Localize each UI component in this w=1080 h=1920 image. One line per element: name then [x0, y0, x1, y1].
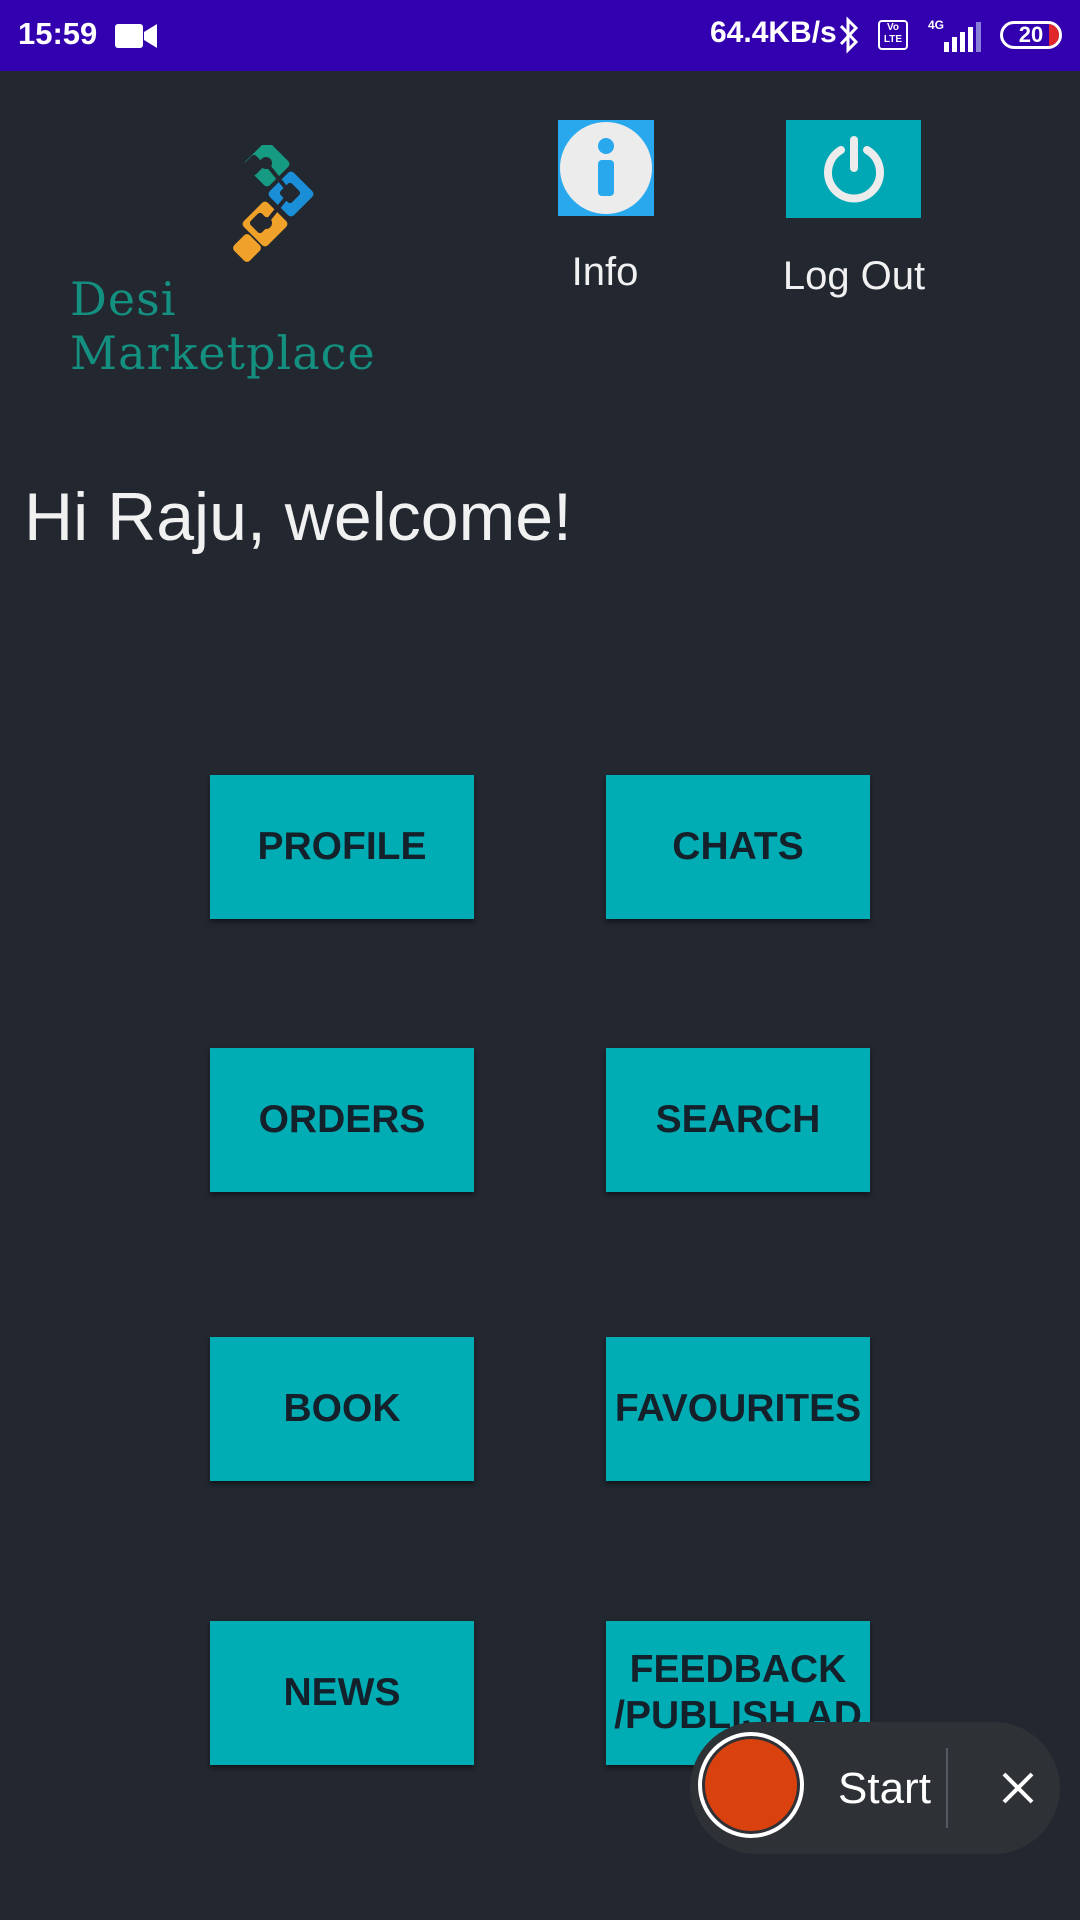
video-camera-icon: [115, 24, 157, 48]
network-speed: 64.4KB/s: [710, 16, 837, 49]
signal-icon: [944, 22, 981, 52]
info-icon: [560, 122, 652, 214]
network-type: 4G: [928, 18, 945, 32]
news-button[interactable]: NEWS: [210, 1621, 474, 1765]
power-icon: [823, 136, 884, 203]
battery-level: 20: [1018, 22, 1044, 47]
close-icon: [1002, 1772, 1034, 1804]
logout-label[interactable]: Log Out: [760, 254, 948, 299]
screen-recorder-widget: Start: [690, 1722, 1060, 1854]
info-label[interactable]: Info: [540, 250, 670, 295]
status-bar: 15:59 64.4KB/s Vo LTE 4G 20: [0, 0, 1080, 71]
recorder-close-button[interactable]: [978, 1748, 1058, 1828]
record-start-label[interactable]: Start: [838, 1764, 931, 1814]
recorder-divider: [946, 1748, 948, 1828]
bluetooth-icon: [839, 16, 859, 54]
volte-icon: Vo LTE: [878, 20, 908, 50]
logo-text: Desi Marketplace: [70, 272, 376, 380]
search-button[interactable]: SEARCH: [606, 1048, 870, 1192]
info-button[interactable]: [558, 120, 654, 216]
favourites-button[interactable]: FAVOURITES: [606, 1337, 870, 1481]
status-time: 15:59: [18, 16, 98, 51]
profile-button[interactable]: PROFILE: [210, 775, 474, 919]
logout-button[interactable]: [786, 120, 921, 218]
record-button[interactable]: [698, 1732, 804, 1838]
welcome-message: Hi Raju, welcome!: [24, 479, 572, 555]
book-button[interactable]: BOOK: [210, 1337, 474, 1481]
orders-button[interactable]: ORDERS: [210, 1048, 474, 1192]
chats-button[interactable]: CHATS: [606, 775, 870, 919]
battery-icon: 20: [1000, 21, 1062, 49]
record-icon: [705, 1739, 797, 1831]
